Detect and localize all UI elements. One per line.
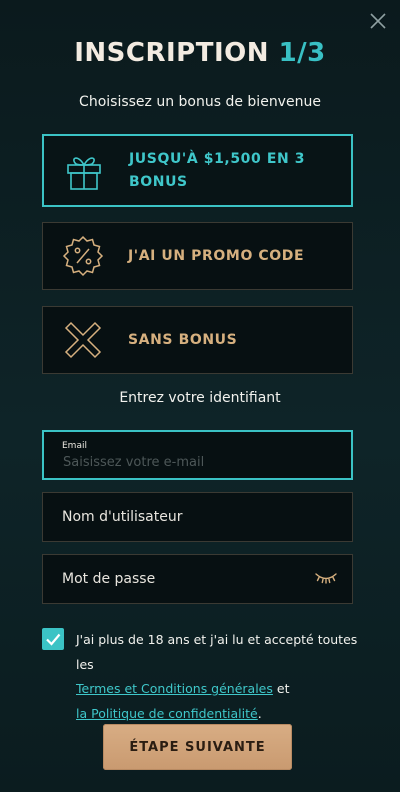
bonus-option-label: JUSQU'À $1,500 EN 3 BONUS — [129, 148, 305, 194]
bonus-label-line1: JUSQU'À $1,500 EN 3 — [129, 150, 306, 167]
bonus-option-no-bonus[interactable]: SANS BONUS — [42, 306, 353, 374]
email-label: Email — [62, 441, 87, 451]
privacy-link[interactable]: la Politique de confidentialité — [76, 706, 258, 721]
bonus-option-welcome[interactable]: JUSQU'À $1,500 EN 3 BONUS — [42, 134, 353, 207]
consent-and: et — [276, 681, 290, 696]
bonus-option-label: SANS BONUS — [128, 331, 238, 348]
gift-icon — [67, 156, 101, 190]
consent-period: . — [257, 705, 262, 721]
bonus-subtitle: Choisissez un bonus de bienvenue — [79, 94, 321, 110]
password-field[interactable]: Mot de passe — [42, 554, 353, 604]
bonus-label-line2: BONUS — [129, 173, 188, 190]
eye-closed-icon[interactable] — [314, 571, 338, 585]
page-title: INSCRIPTION 1/3 — [0, 38, 400, 68]
email-field[interactable]: Email — [42, 430, 353, 480]
check-icon — [46, 633, 61, 646]
username-placeholder: Nom d'utilisateur — [62, 509, 183, 525]
email-input[interactable] — [63, 455, 323, 470]
cross-icon — [64, 321, 102, 359]
password-placeholder: Mot de passe — [62, 571, 156, 587]
username-field[interactable]: Nom d'utilisateur — [42, 492, 353, 542]
bonus-option-label: J'AI UN PROMO CODE — [128, 247, 305, 264]
next-step-button[interactable]: ÉTAPE SUIVANTE — [103, 724, 292, 770]
consent-text-before: J'ai plus de 18 ans et j'ai lu et accept… — [76, 632, 358, 672]
title-text: INSCRIPTION — [74, 38, 269, 68]
bonus-option-promo-code[interactable]: J'AI UN PROMO CODE — [42, 222, 353, 290]
step-indicator: 1/3 — [278, 38, 326, 68]
consent-text: J'ai plus de 18 ans et j'ai lu et accept… — [76, 628, 376, 726]
terms-link[interactable]: Termes et Conditions générales — [76, 681, 273, 696]
identifier-heading: Entrez votre identifiant — [119, 390, 281, 406]
percent-badge-icon — [62, 235, 104, 277]
consent-checkbox[interactable] — [42, 628, 64, 650]
close-icon[interactable] — [369, 12, 387, 30]
